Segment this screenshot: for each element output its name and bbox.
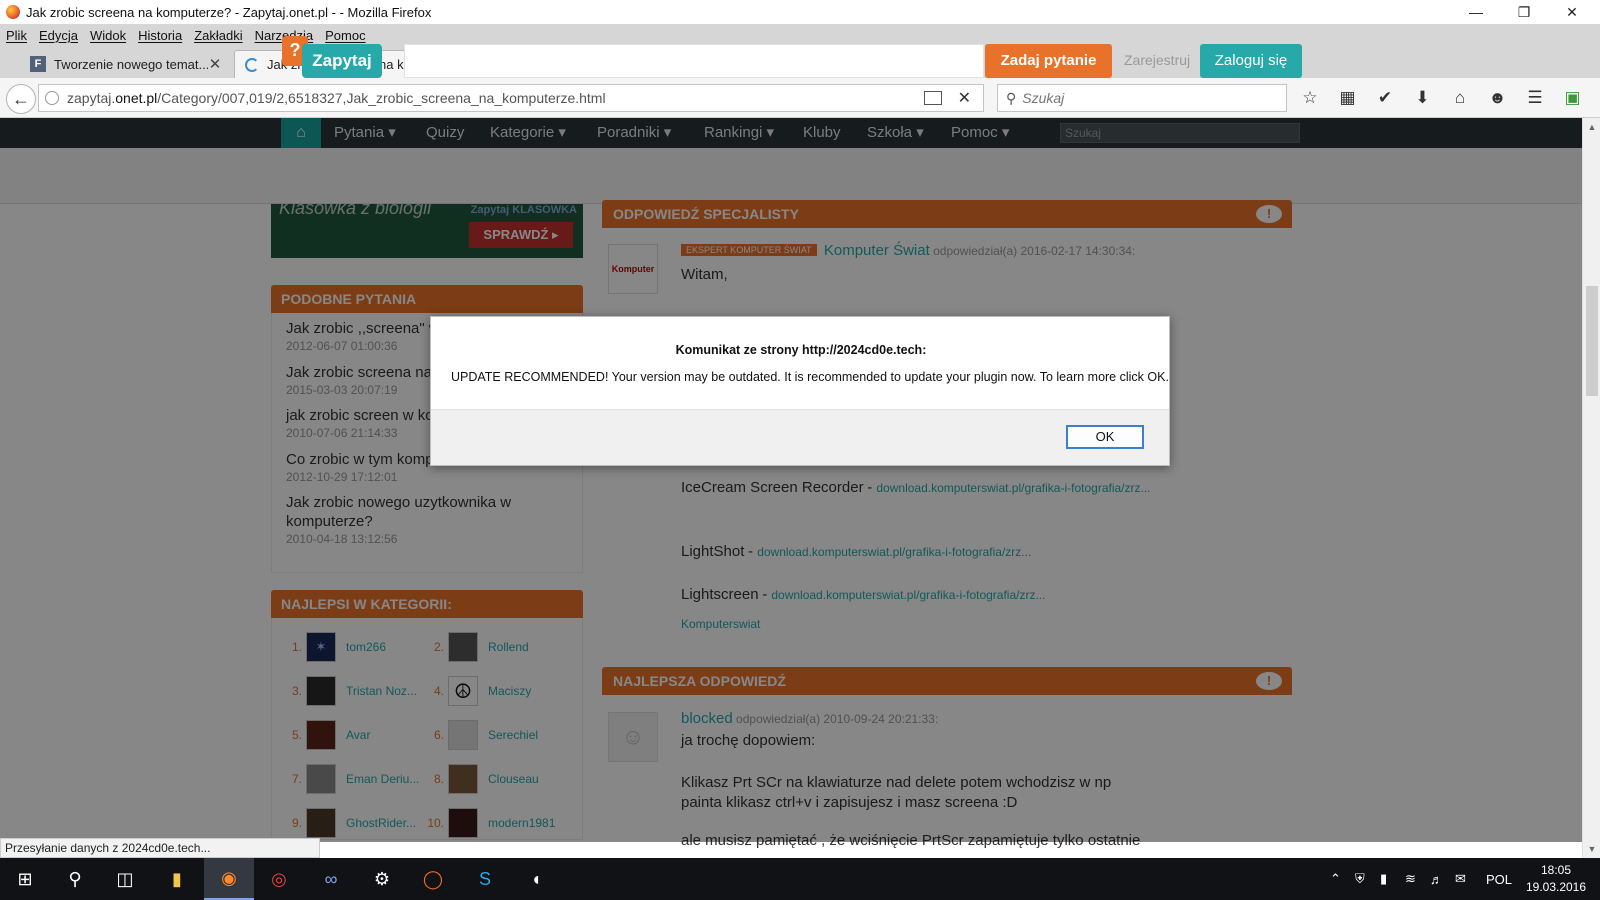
home-icon[interactable]: ⌂ — [1448, 86, 1472, 110]
alert-dialog: Komunikat ze strony http://2024cd0e.tech… — [430, 316, 1170, 466]
star-icon[interactable]: ☆ — [1298, 86, 1322, 110]
pocket-icon[interactable]: ✔ — [1373, 86, 1397, 110]
login-button[interactable]: Zaloguj się — [1200, 44, 1302, 78]
search-icon[interactable]: ⚲ — [50, 858, 100, 900]
menu-historia[interactable]: Historia — [138, 28, 182, 43]
menu-zakladki[interactable]: Zakładki — [194, 28, 242, 43]
restore-button[interactable]: ❐ — [1500, 0, 1548, 24]
url-bar[interactable]: zapytaj.onet.pl/Category/007,019/2,65183… — [38, 84, 984, 112]
language-indicator[interactable]: POL — [1486, 858, 1512, 900]
battery-icon[interactable]: ▮ — [1380, 858, 1387, 900]
reader-view-icon[interactable] — [923, 91, 942, 105]
tab-tworzenie[interactable]: F Tworzenie nowego temat... ✕ — [20, 50, 232, 78]
start-icon[interactable]: ⊞ — [0, 858, 50, 900]
show-hidden-icons[interactable]: ⌃ — [1330, 858, 1341, 900]
windows-taskbar: ⊞ ⚲ ◫ ▮ ◉ ◎ ∞ ⚙ ◯ S ◖ ⌃ ⛨ ▮ ≋ ♬ ✉ POL 18… — [0, 858, 1600, 900]
chrome-icon[interactable]: ◎ — [254, 858, 304, 900]
menu-icon[interactable]: ☰ — [1523, 86, 1547, 110]
scroll-thumb[interactable] — [1586, 286, 1598, 396]
tab-close-icon[interactable]: ✕ — [208, 55, 222, 73]
menu-plik[interactable]: Plik — [6, 28, 27, 43]
dialog-message: UPDATE RECOMMENDED! Your version may be … — [451, 370, 1169, 384]
status-bar: Przesyłanie danych z 2024cd0e.tech... — [0, 838, 320, 858]
volume-icon[interactable]: ♬ — [1430, 858, 1443, 900]
loading-spinner-icon — [245, 57, 259, 72]
download-icon[interactable]: ⬇ — [1411, 86, 1435, 110]
globe-icon — [45, 91, 59, 105]
skype-icon[interactable]: S — [460, 858, 510, 900]
chat-icon[interactable]: ☻ — [1486, 86, 1510, 110]
url-text[interactable]: zapytaj.onet.pl/Category/007,019/2,65183… — [67, 90, 924, 106]
menu-edycja[interactable]: Edycja — [39, 28, 78, 43]
ok-button[interactable]: OK — [1066, 425, 1144, 449]
clock-time: 18:05 — [1540, 863, 1572, 877]
reading-list-icon[interactable]: ▦ — [1336, 86, 1360, 110]
close-window-button[interactable]: ✕ — [1548, 0, 1596, 24]
search-icon: ⚲ — [1006, 89, 1017, 106]
scroll-up-icon[interactable]: ▲ — [1583, 118, 1600, 136]
window-title: Jak zrobic screena na komputerze? - Zapy… — [26, 4, 432, 20]
menu-pomoc[interactable]: Pomoc — [325, 28, 365, 43]
firefox-logo-icon — [6, 5, 20, 19]
shield-icon[interactable]: ⛨ — [1355, 858, 1365, 900]
dialog-title: Komunikat ze strony http://2024cd0e.tech… — [675, 343, 927, 357]
navigation-toolbar: ← zapytaj.onet.pl/Category/007,019/2,651… — [0, 78, 1600, 118]
tab-favicon: F — [30, 56, 46, 72]
file-explorer-icon[interactable]: ▮ — [152, 858, 202, 900]
browser-search-bar[interactable]: ⚲ — [997, 84, 1287, 112]
tab-label: Tworzenie nowego temat... — [54, 56, 208, 72]
register-link[interactable]: Zarejestruj — [1124, 52, 1190, 68]
stop-loading-icon[interactable]: ✕ — [958, 88, 971, 108]
back-button[interactable]: ← — [6, 84, 36, 114]
window-titlebar: Jak zrobic screena na komputerze? - Zapy… — [0, 0, 1600, 24]
clock-date: 19.03.2016 — [1525, 880, 1587, 894]
minimize-button[interactable]: — — [1452, 0, 1500, 24]
browser-search-input[interactable] — [1022, 90, 1263, 106]
menu-bar: Plik Edycja Widok Historia Zakładki Narz… — [0, 24, 1600, 46]
toolbar-icons: ☆ ▦ ✔ ⬇ ⌂ ☻ ☰ ▣ — [1298, 86, 1598, 110]
origin-icon[interactable]: ◯ — [408, 858, 458, 900]
visual-studio-icon[interactable]: ∞ — [306, 858, 356, 900]
wifi-icon[interactable]: ≋ — [1405, 858, 1416, 900]
modal-backdrop — [0, 118, 1582, 842]
app-icon[interactable]: ◖ — [511, 858, 561, 900]
back-arrow-icon: ← — [12, 88, 30, 109]
taskbar-clock[interactable]: 18:05 19.03.2016 — [1520, 862, 1592, 896]
steam-icon[interactable]: ⚙ — [357, 858, 407, 900]
firefox-icon[interactable]: ◉ — [204, 858, 254, 900]
addon-icon[interactable]: ▣ — [1561, 86, 1585, 110]
dialog-footer: OK — [431, 409, 1169, 465]
page-scrollbar[interactable]: ▲ ▼ — [1582, 118, 1600, 858]
question-search-input[interactable] — [404, 44, 984, 78]
ask-question-button[interactable]: Zadaj pytanie — [985, 44, 1112, 78]
task-view-icon[interactable]: ◫ — [100, 858, 150, 900]
menu-widok[interactable]: Widok — [90, 28, 126, 43]
scroll-down-icon[interactable]: ▼ — [1583, 840, 1600, 858]
notifications-icon[interactable]: ✉ — [1455, 858, 1466, 900]
site-logo[interactable]: Zapytaj — [302, 44, 382, 78]
